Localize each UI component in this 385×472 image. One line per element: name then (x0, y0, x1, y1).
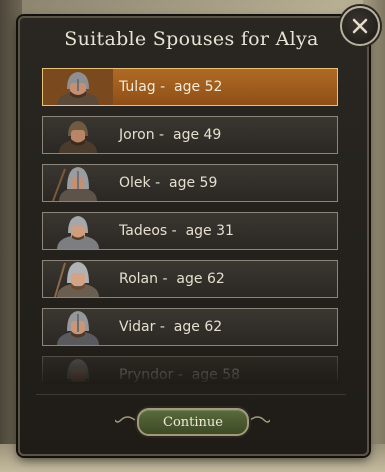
warrior-portrait-icon (43, 261, 113, 297)
dialog-title: Suitable Spouses for Alya (64, 28, 319, 50)
spouse-row-rolan[interactable]: Rolan - age 62 (42, 260, 338, 298)
spouse-name: Olek - age 59 (119, 175, 218, 191)
spouse-row-tadeos[interactable]: Tadeos - age 31 (42, 212, 338, 250)
warrior-portrait-icon (43, 213, 113, 249)
spouse-name: Vidar - age 62 (119, 319, 223, 335)
left-flourish-icon (115, 416, 135, 423)
warrior-portrait-icon (43, 69, 113, 105)
continue-button[interactable]: Continue (137, 408, 249, 436)
spouse-name: Pryndor - age 58 (119, 367, 241, 382)
divider (36, 394, 346, 395)
warrior-portrait-icon (43, 165, 113, 201)
spouse-name: Tulag - age 52 (119, 79, 223, 95)
warrior-portrait-icon (43, 117, 113, 153)
spouse-row-tulag[interactable]: Tulag - age 52 (42, 68, 338, 106)
close-button[interactable] (340, 6, 380, 46)
spouse-row-vidar[interactable]: Vidar - age 62 (42, 308, 338, 346)
spouse-row-olek[interactable]: Olek - age 59 (42, 164, 338, 202)
spouse-row-pryndor[interactable]: Pryndor - age 58 (42, 356, 338, 382)
spouse-list[interactable]: Tulag - age 52 Joron - age 49 Olek - age… (42, 68, 340, 382)
spouse-row-joron[interactable]: Joron - age 49 (42, 116, 338, 154)
spouse-name: Joron - age 49 (119, 127, 222, 143)
spouse-name: Rolan - age 62 (119, 271, 225, 287)
close-icon (352, 18, 368, 34)
warrior-portrait-icon (43, 309, 113, 345)
spouse-name: Tadeos - age 31 (119, 223, 234, 239)
right-flourish-icon (250, 416, 270, 423)
warrior-portrait-icon (43, 357, 113, 382)
